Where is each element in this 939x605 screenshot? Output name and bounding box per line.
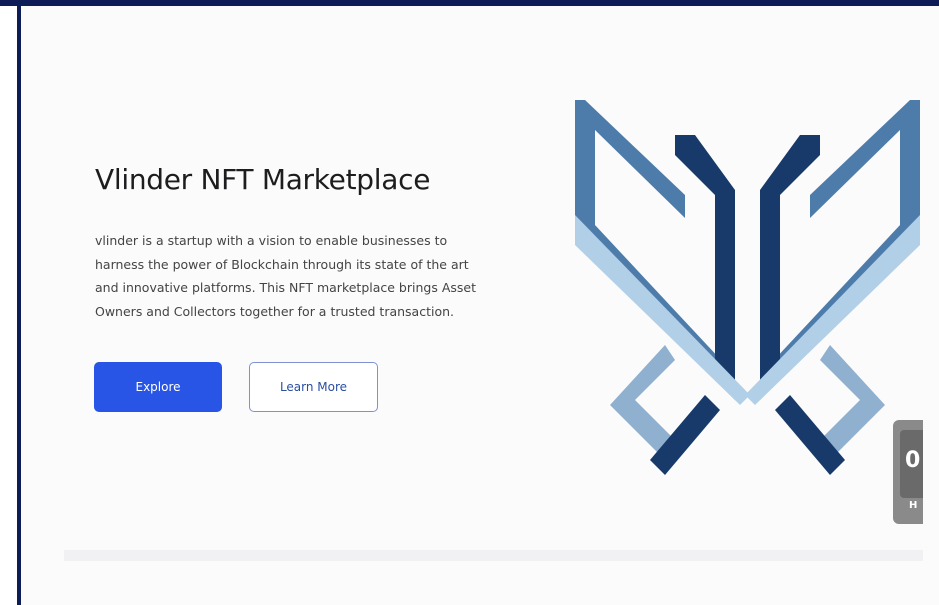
learn-more-button[interactable]: Learn More	[249, 362, 378, 412]
section-divider	[64, 550, 923, 561]
hero-title: Vlinder NFT Marketplace	[95, 163, 431, 196]
side-widget[interactable]: 0 H	[893, 420, 923, 524]
logo-right-lower-chevron	[820, 345, 885, 455]
vlinder-butterfly-logo	[575, 100, 920, 475]
frame-border-top	[0, 0, 939, 6]
side-widget-label: H	[909, 500, 918, 511]
hero-description: vlinder is a startup with a vision to en…	[95, 233, 476, 319]
outer-margin	[0, 0, 17, 605]
page: Vlinder NFT Marketplace vlinder is a sta…	[0, 0, 939, 605]
side-widget-glyph: 0	[905, 448, 921, 473]
explore-button[interactable]: Explore	[94, 362, 222, 412]
logo-left-lower-chevron	[610, 345, 675, 455]
frame-border-left	[17, 0, 21, 605]
